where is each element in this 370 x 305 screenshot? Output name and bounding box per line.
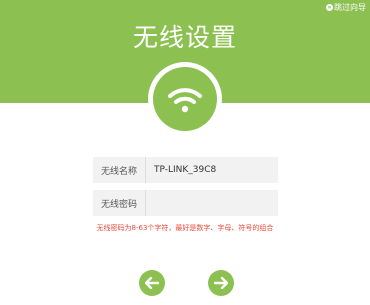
skip-wizard-button[interactable]: » 跳过向导 [326,2,366,13]
password-field: 无线密码 [93,190,278,216]
password-hint: 无线密码为8-63个字符，最好是数字、字母、符号的组合 [96,224,274,232]
ssid-input[interactable] [146,157,278,183]
next-button[interactable] [208,270,234,296]
arrow-right-icon [214,277,228,289]
skip-wizard-label: 跳过向导 [334,3,366,12]
arrow-left-icon [145,277,159,289]
ssid-field: 无线名称 [93,157,278,183]
wifi-badge [148,62,222,136]
password-input[interactable] [146,190,278,216]
back-button[interactable] [139,270,165,296]
ssid-label: 无线名称 [100,166,137,177]
wifi-icon [153,67,217,131]
page-title: 无线设置 [132,23,237,52]
password-label: 无线密码 [100,199,137,210]
skip-arrow-icon: » [326,4,333,11]
